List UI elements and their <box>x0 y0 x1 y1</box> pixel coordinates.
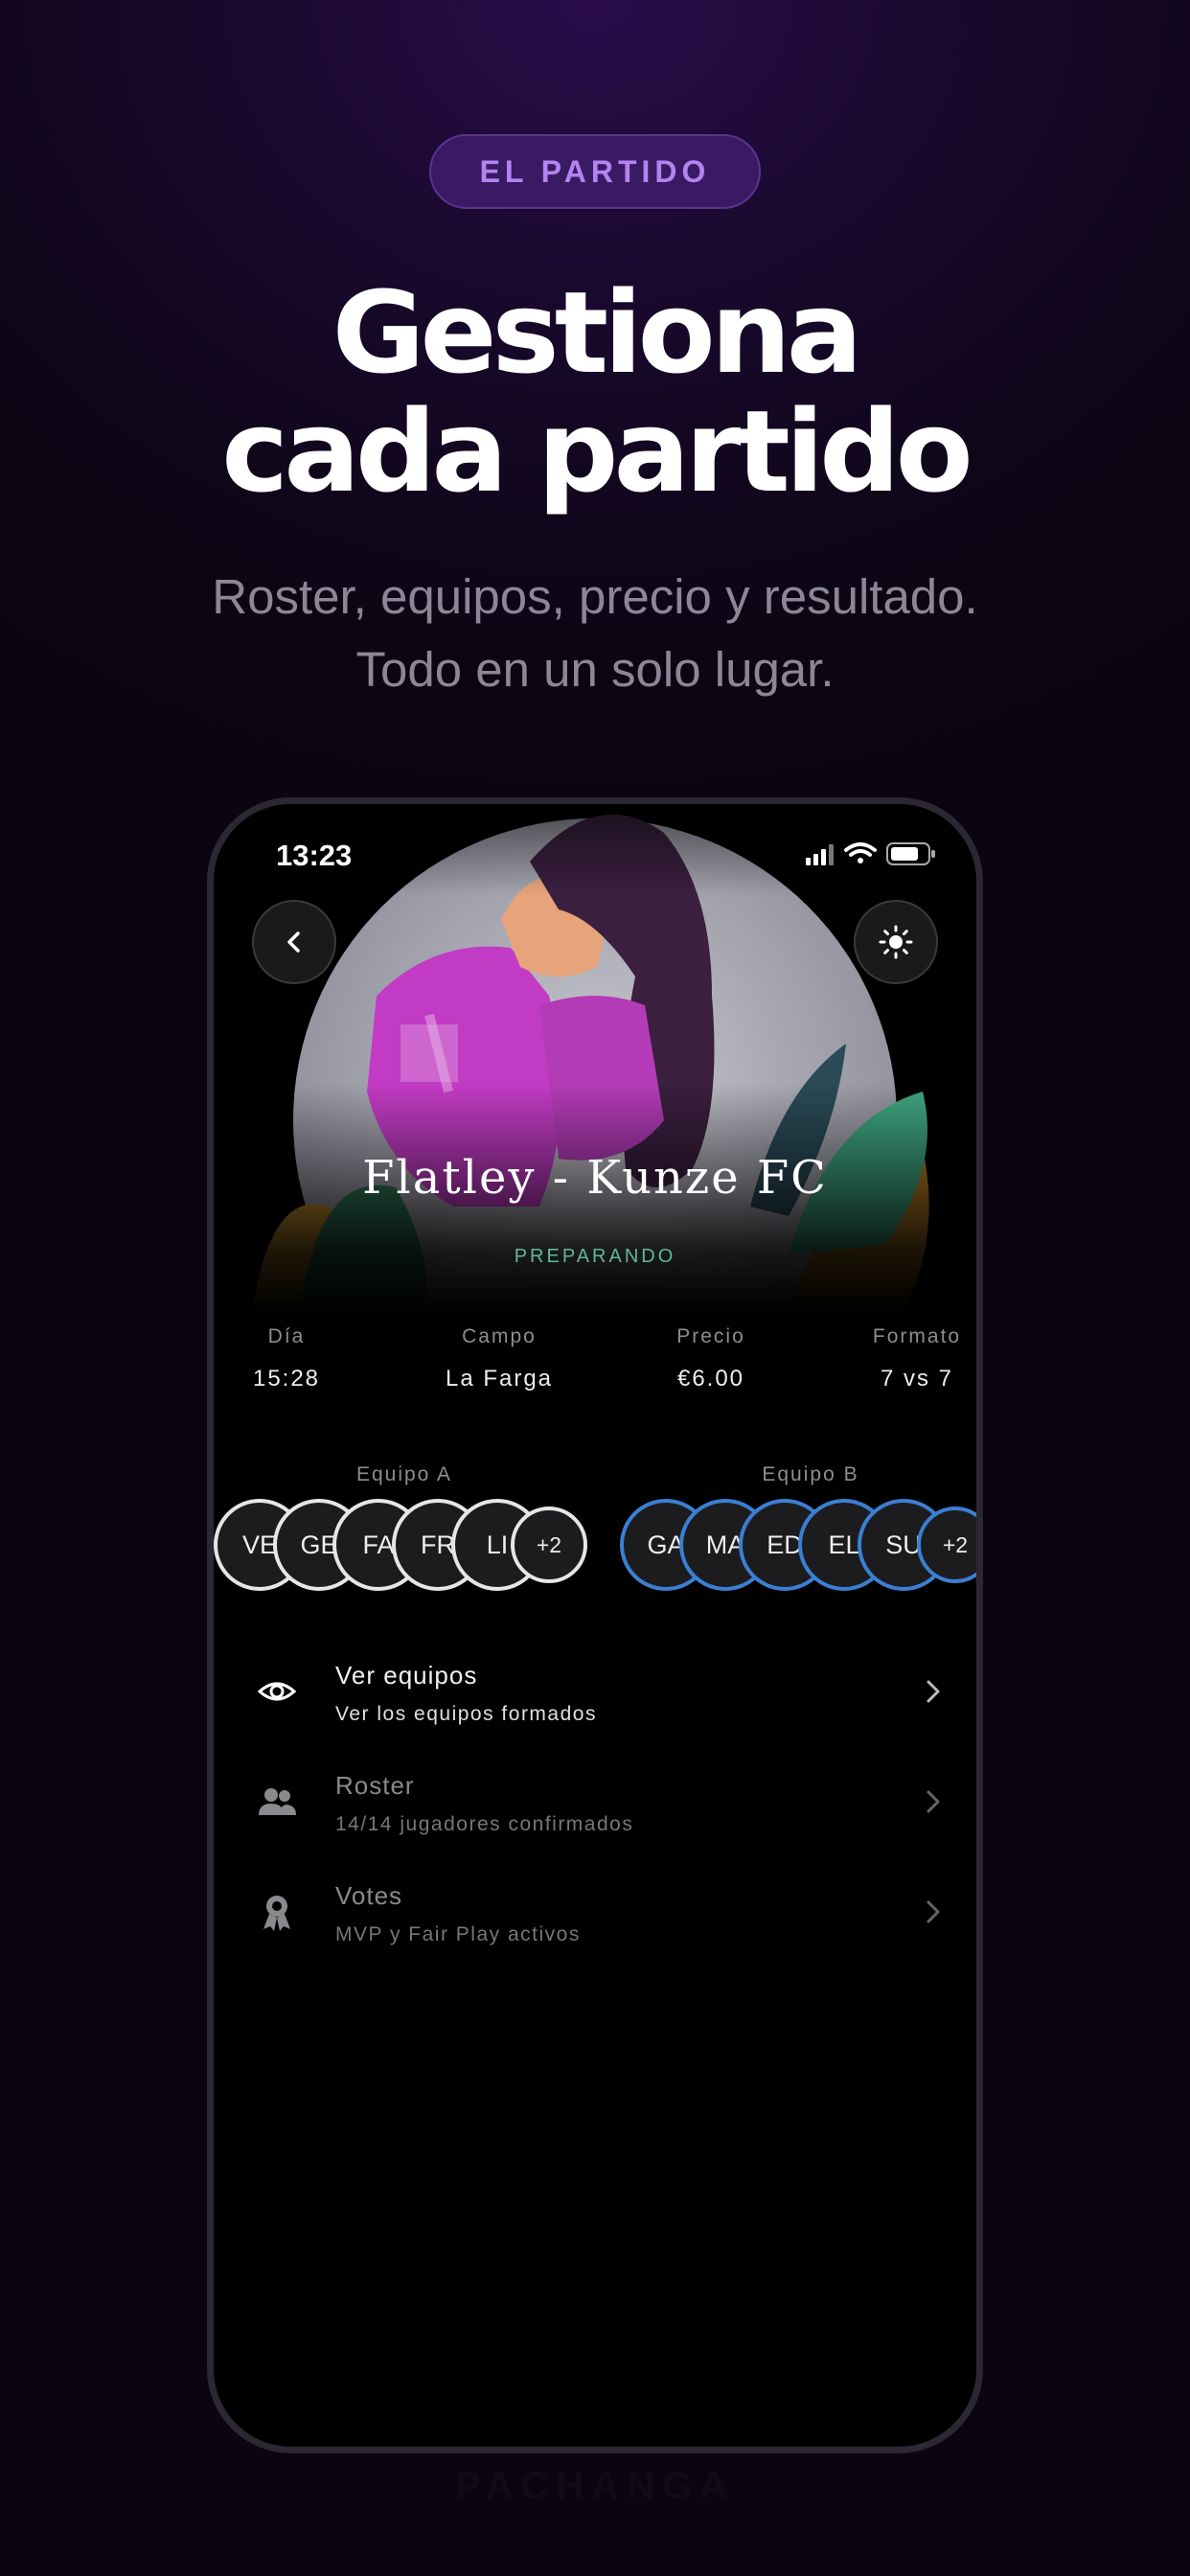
back-button[interactable] <box>252 900 336 984</box>
menu-item-subtitle: 14/14 jugadores confirmados <box>335 1813 634 1835</box>
award-icon <box>263 1896 290 1931</box>
info-value: La Farga <box>445 1366 554 1392</box>
subtitle-line-2: Todo en un solo lugar. <box>355 642 835 697</box>
menu-item-title: Ver equipos <box>335 1661 478 1690</box>
chevron-right-icon <box>927 1900 940 1923</box>
match-hero-illustration <box>214 804 976 1312</box>
team-a-label: Equipo A <box>355 1463 453 1485</box>
info-label: Campo <box>462 1325 537 1347</box>
info-field: Campo La Farga <box>403 1325 595 1392</box>
info-label: Precio <box>676 1325 745 1347</box>
headline-line-2: cada partido <box>221 385 973 518</box>
phone-mockup: 13:23 Flatley - Kunze FC PREPARANDO Día … <box>207 797 983 2453</box>
menu-item-title: Votes <box>335 1881 403 1910</box>
subtitle-line-1: Roster, equipos, precio y resultado. <box>212 569 978 624</box>
info-value: 15:28 <box>252 1366 321 1392</box>
team-b-label: Equipo B <box>762 1463 859 1485</box>
headline-line-1: Gestiona <box>332 266 863 399</box>
wifi-icon <box>844 842 877 863</box>
battery-icon <box>886 842 935 865</box>
info-label: Día <box>267 1325 306 1347</box>
info-day: Día 15:28 <box>214 1325 382 1392</box>
eye-icon <box>257 1682 297 1701</box>
headline: Gestiona cada partido <box>0 273 1190 511</box>
info-price: Precio €6.00 <box>615 1325 807 1392</box>
more-players-badge[interactable]: +2 <box>511 1506 587 1583</box>
hero-gradient-overlay <box>214 804 976 1312</box>
info-value: €6.00 <box>676 1366 745 1392</box>
match-title: Flatley - Kunze FC <box>362 1151 828 1205</box>
status-bar-time: 13:23 <box>276 839 353 872</box>
match-status: PREPARANDO <box>514 1246 676 1267</box>
sun-icon <box>879 925 913 959</box>
menu-item-roster[interactable]: Roster 14/14 jugadores confirmados <box>214 1761 976 1857</box>
info-value: 7 vs 7 <box>880 1366 954 1392</box>
menu-item-subtitle: Ver los equipos formados <box>335 1703 597 1725</box>
signal-icon <box>806 844 834 865</box>
section-badge: EL PARTIDO <box>429 134 761 209</box>
people-icon <box>259 1788 296 1815</box>
menu-item-ver-equipos[interactable]: Ver equipos Ver los equipos formados <box>214 1651 976 1747</box>
menu-item-votes[interactable]: Votes MVP y Fair Play activos <box>214 1872 976 1967</box>
team-a-avatars[interactable]: VE GE FA FR LI +2 <box>214 1499 597 1595</box>
team-b-avatars[interactable]: GA MA ED EL SU +2 <box>620 1499 976 1595</box>
chevron-right-icon <box>927 1680 940 1703</box>
brand-watermark: PACHANGA <box>454 2465 736 2507</box>
theme-toggle-button[interactable] <box>854 900 938 984</box>
menu-item-title: Roster <box>335 1771 415 1800</box>
status-bar-icons <box>806 842 935 865</box>
subtitle: Roster, equipos, precio y resultado. Tod… <box>0 561 1190 706</box>
menu-item-subtitle: MVP y Fair Play activos <box>335 1923 581 1945</box>
info-format: Formato 7 vs 7 <box>821 1325 976 1392</box>
chevron-right-icon <box>927 1790 940 1813</box>
info-label: Formato <box>872 1325 962 1347</box>
chevron-left-icon <box>287 932 300 953</box>
